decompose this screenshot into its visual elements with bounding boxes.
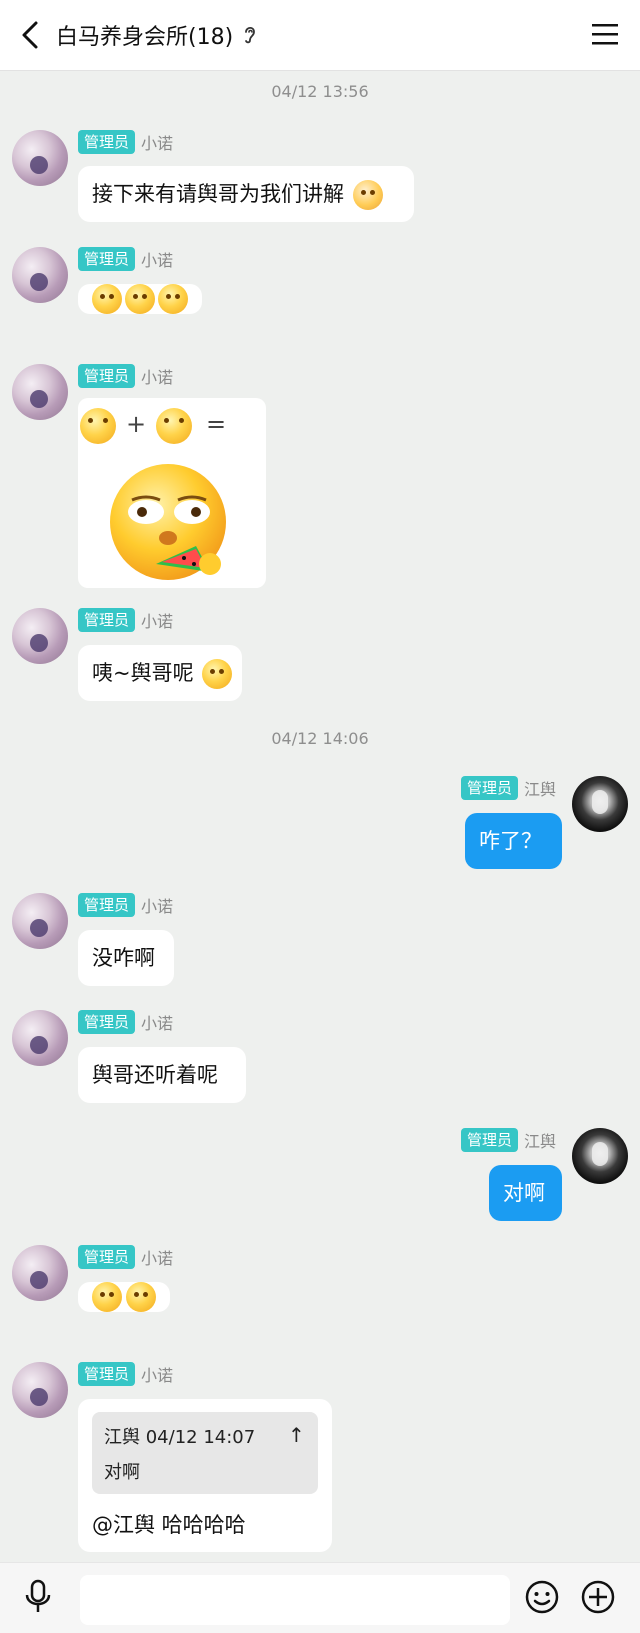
message-bubble[interactable]: 没咋啊: [78, 930, 174, 986]
hamburger-menu-icon[interactable]: [592, 22, 618, 46]
message-bubble[interactable]: [78, 1282, 170, 1312]
chat-header: 白马养身会所(18): [0, 0, 640, 71]
username: 小诺: [141, 1014, 174, 1033]
message-meta: 管理员 小诺: [78, 130, 173, 154]
avatar[interactable]: [572, 776, 628, 832]
admin-badge: 管理员: [78, 364, 136, 388]
avatar[interactable]: [12, 893, 68, 949]
username: 小诺: [141, 1249, 174, 1268]
message-bubble[interactable]: 接下来有请舆哥为我们讲解: [78, 166, 414, 222]
message-meta: 管理员 小诺: [78, 1362, 173, 1386]
shy-emoji: [202, 659, 233, 689]
avatar[interactable]: [12, 608, 68, 664]
message-bubble[interactable]: [78, 284, 202, 314]
username: 江舆: [523, 780, 556, 799]
username: 小诺: [141, 1366, 174, 1385]
message-meta: 管理员 小诺: [78, 608, 173, 632]
username: 小诺: [141, 612, 174, 631]
avatar[interactable]: [12, 1010, 68, 1066]
admin-badge: 管理员: [78, 1245, 136, 1269]
cover-mouth-emoji: [92, 284, 122, 314]
message-text: 接下来有请舆哥为我们讲解: [92, 182, 344, 206]
username: 小诺: [141, 134, 174, 153]
smile-emoji: [126, 1282, 156, 1312]
avatar[interactable]: [12, 247, 68, 303]
avatar[interactable]: [12, 364, 68, 420]
avatar[interactable]: [12, 130, 68, 186]
message-bubble[interactable]: 对啊: [489, 1165, 562, 1221]
message-meta: 管理员 小诺: [78, 1010, 173, 1034]
admin-badge: 管理员: [78, 893, 136, 917]
reply-bubble[interactable]: 江舆 04/12 14:07 ↑ 对啊 @江舆 哈哈哈哈: [78, 1399, 332, 1552]
quote-body: 对啊: [104, 1462, 140, 1483]
username: 江舆: [523, 1132, 556, 1151]
message-bubble[interactable]: 咦~舆哥呢: [78, 645, 242, 701]
message-text: @江舆 哈哈哈哈: [92, 1513, 246, 1537]
emoji-icon[interactable]: [522, 1577, 562, 1617]
equals-operator: =: [206, 410, 227, 438]
chat-title: 白马养身会所(18): [56, 25, 234, 50]
admin-badge: 管理员: [78, 608, 136, 632]
plus-circle-icon[interactable]: [578, 1577, 618, 1617]
message-meta: 管理员 小诺: [78, 247, 173, 271]
message-meta: 管理员 江舆: [460, 776, 556, 800]
admin-badge: 管理员: [460, 1128, 518, 1152]
quoted-message[interactable]: 江舆 04/12 14:07 ↑ 对啊: [92, 1412, 318, 1494]
sticker-emoji: [352, 180, 383, 210]
eating-emoji: [156, 408, 192, 444]
message-meta: 管理员 小诺: [78, 364, 173, 388]
admin-badge: 管理员: [460, 776, 518, 800]
admin-badge: 管理员: [78, 130, 136, 154]
back-chevron-icon[interactable]: [14, 18, 48, 52]
jump-up-arrow-icon[interactable]: ↑: [288, 1423, 305, 1447]
microphone-icon[interactable]: [18, 1577, 58, 1617]
timestamp: 04/12 14:06: [271, 729, 369, 748]
admin-badge: 管理员: [78, 1362, 136, 1386]
message-meta: 管理员 小诺: [78, 1245, 173, 1269]
message-text: 舆哥还听着呢: [92, 1063, 218, 1087]
message-text: 咦~舆哥呢: [92, 661, 194, 685]
smirk-emoji: [80, 408, 116, 444]
big-watermelon-emoji: [110, 464, 226, 580]
message-text: 没咋啊: [92, 946, 155, 970]
avatar[interactable]: [572, 1128, 628, 1184]
avatar[interactable]: [12, 1245, 68, 1301]
message-bubble[interactable]: 舆哥还听着呢: [78, 1047, 246, 1103]
message-text: 对啊: [503, 1181, 545, 1205]
username: 小诺: [141, 251, 174, 270]
message-meta: 管理员 小诺: [78, 893, 173, 917]
message-text: 咋了？: [479, 829, 542, 853]
ear-icon: [245, 26, 256, 44]
username: 小诺: [141, 897, 174, 916]
smile-emoji: [92, 1282, 122, 1312]
avatar[interactable]: [12, 1362, 68, 1418]
chat-title-wrap: 白马养身会所(18): [56, 0, 259, 70]
admin-badge: 管理员: [78, 1010, 136, 1034]
quote-header: 江舆 04/12 14:07: [104, 1427, 256, 1448]
message-bubble[interactable]: 咋了？: [465, 813, 562, 869]
cover-mouth-emoji: [125, 284, 155, 314]
input-bar: [0, 1562, 640, 1633]
sticker-image[interactable]: + =: [78, 398, 266, 588]
plus-operator: +: [126, 410, 147, 438]
timestamp: 04/12 13:56: [271, 82, 369, 101]
message-meta: 管理员 江舆: [460, 1128, 556, 1152]
admin-badge: 管理员: [78, 247, 136, 271]
message-input[interactable]: [80, 1575, 510, 1625]
username: 小诺: [141, 368, 174, 387]
cover-mouth-emoji: [158, 284, 188, 314]
